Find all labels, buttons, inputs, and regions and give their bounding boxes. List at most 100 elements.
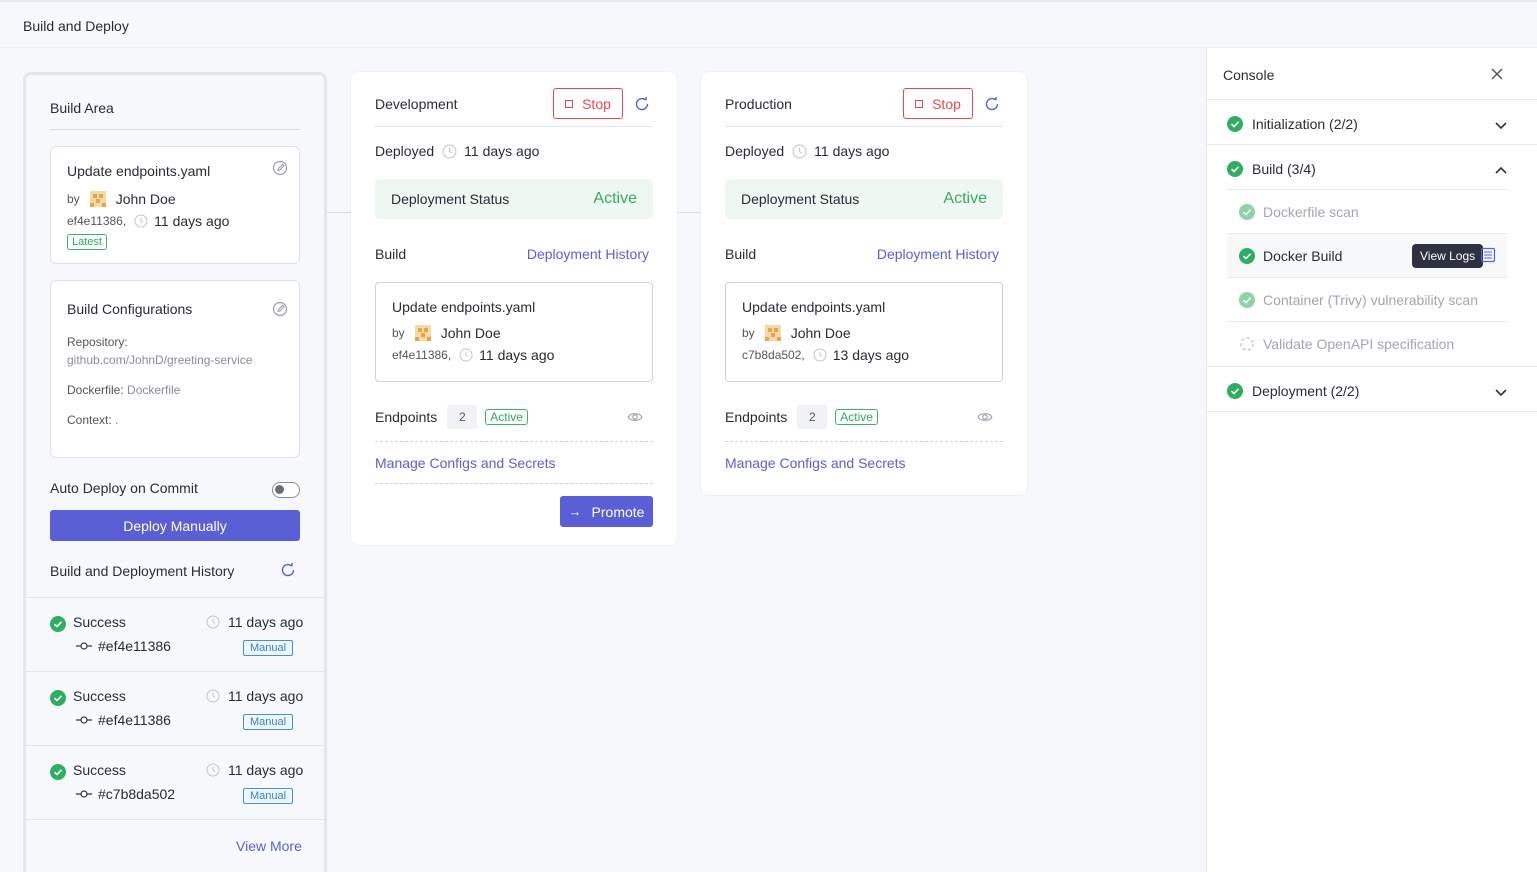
manage-configs-link[interactable]: Manage Configs and Secrets [375,455,556,471]
deployment-status-value: Active [943,190,987,207]
commit-meta: ef4e11386, 11 days ago [67,213,229,229]
manual-badge: Manual [243,640,294,656]
clock-icon [442,144,457,158]
success-icon [1227,116,1243,132]
stage-initialization[interactable]: Initialization (2/2) [1227,116,1358,132]
success-icon [1239,248,1255,264]
deployment-status-label: Deployment Status [391,191,510,207]
promote-label: Promote [591,503,645,520]
view-more-link[interactable]: View More [236,838,302,854]
by-label: by [742,326,755,340]
commit-time: 13 days ago [832,347,910,363]
avatar [414,325,431,341]
chevron-down-icon[interactable] [1494,388,1508,398]
latest-commit-card: Update endpoints.yaml by John Doe ef4e11… [50,146,300,264]
eye-icon[interactable] [977,410,993,424]
manage-configs-link[interactable]: Manage Configs and Secrets [725,455,906,471]
success-icon [50,764,66,780]
build-step-active[interactable]: Docker Build View Logs [1227,234,1507,278]
arrow-right-icon: → [568,504,582,519]
deployed-commit-card: Update endpoints.yaml by John Doe c7b8da… [725,282,1003,382]
success-icon [1227,161,1243,177]
author-name: John Doe [790,325,851,341]
divider [1207,366,1537,367]
deploy-manually-button[interactable]: Deploy Manually [50,510,300,541]
history-item[interactable]: Success 11 days ago #ef4e11386 Manual [26,671,324,745]
pipeline-connector [677,212,701,213]
history-status: Success [73,614,126,630]
logs-icon[interactable] [1480,247,1496,263]
deployment-status-value: Active [593,190,637,207]
commit-hash: ef4e11386, [392,348,452,362]
build-config-card: Build Configurations Repository: github.… [50,280,300,458]
context-label: Context: [67,413,112,427]
edit-icon[interactable] [272,160,288,176]
toggle-knob [275,485,284,494]
edit-icon[interactable] [272,301,288,317]
stage-deployment[interactable]: Deployment (2/2) [1227,383,1359,399]
divider [50,129,300,130]
deployment-status-box: Deployment Status Active [725,179,1003,219]
by-label: by [392,326,405,340]
clock-icon [206,763,220,777]
refresh-icon[interactable] [983,95,1001,113]
config-title: Build Configurations [67,301,193,317]
success-icon [1239,292,1255,308]
environment-name: Production [725,96,792,112]
success-icon [50,690,66,706]
deployed-commit-card: Update endpoints.yaml by John Doe ef4e11… [375,282,653,382]
history-commit-hash: #c7b8da502 [98,786,176,802]
stop-button[interactable]: Stop [903,88,973,119]
commit-meta: c7b8da502, 13 days ago [742,347,909,363]
commit-title: Update endpoints.yaml [67,163,211,179]
console-title: Console [1223,67,1275,83]
stop-label: Stop [932,95,961,112]
build-step[interactable]: Dockerfile scan [1227,190,1507,234]
endpoints-label: Endpoints [725,409,788,425]
build-step[interactable]: Validate OpenAPI specification [1227,322,1507,366]
deployment-history-link[interactable]: Deployment History [527,246,649,262]
endpoints-count: 2 [797,405,828,429]
history-title: Build and Deployment History [50,563,235,579]
endpoints-row: Endpoints 2 Active [725,405,878,429]
stop-label: Stop [582,95,611,112]
success-icon [1239,204,1255,220]
endpoints-status-badge: Active [835,409,878,425]
success-icon [50,616,66,632]
step-label: Docker Build [1263,248,1343,264]
pipeline-connector [327,212,351,213]
promote-button[interactable]: → Promote [560,496,653,527]
chevron-up-icon[interactable] [1494,165,1508,175]
history-item[interactable]: Success 11 days ago #c7b8da502 Manual [26,745,324,819]
history-time: 11 days ago [206,688,303,704]
dockerfile-row: Dockerfile: Dockerfile [67,383,180,397]
chevron-down-icon[interactable] [1494,121,1508,131]
pending-spinner-icon [1240,337,1254,351]
history-time: 11 days ago [206,762,303,778]
eye-icon[interactable] [627,410,643,424]
history-commit: #c7b8da502 [76,786,175,802]
divider [725,126,1003,127]
build-area-panel: Build Area Update endpoints.yaml by John… [23,72,327,872]
history-time-text: 11 days ago [228,762,304,778]
build-step[interactable]: Container (Trivy) vulnerability scan [1227,278,1507,322]
close-icon[interactable] [1489,66,1505,82]
build-area-title: Build Area [50,100,114,116]
stage-build[interactable]: Build (3/4) [1227,161,1316,177]
repository-label: Repository: [67,335,128,349]
environment-card-production: Production Stop Deployed 11 days ago Dep… [701,72,1027,495]
refresh-icon[interactable] [633,95,651,113]
commit-title: Update endpoints.yaml [742,299,886,315]
clock-icon [206,615,220,629]
manual-badge: Manual [243,788,294,804]
stop-button[interactable]: Stop [553,88,623,119]
build-label: Build [725,246,757,262]
history-item[interactable]: Success 11 days ago #ef4e11386 Manual [26,597,324,671]
avatar [764,325,781,341]
deployment-history-link[interactable]: Deployment History [877,246,999,262]
refresh-icon[interactable] [279,561,297,579]
step-label: Validate OpenAPI specification [1263,336,1455,352]
auto-deploy-label: Auto Deploy on Commit [50,480,198,496]
auto-deploy-toggle[interactable] [272,482,300,498]
deployed-row: Deployed 11 days ago [725,143,889,159]
